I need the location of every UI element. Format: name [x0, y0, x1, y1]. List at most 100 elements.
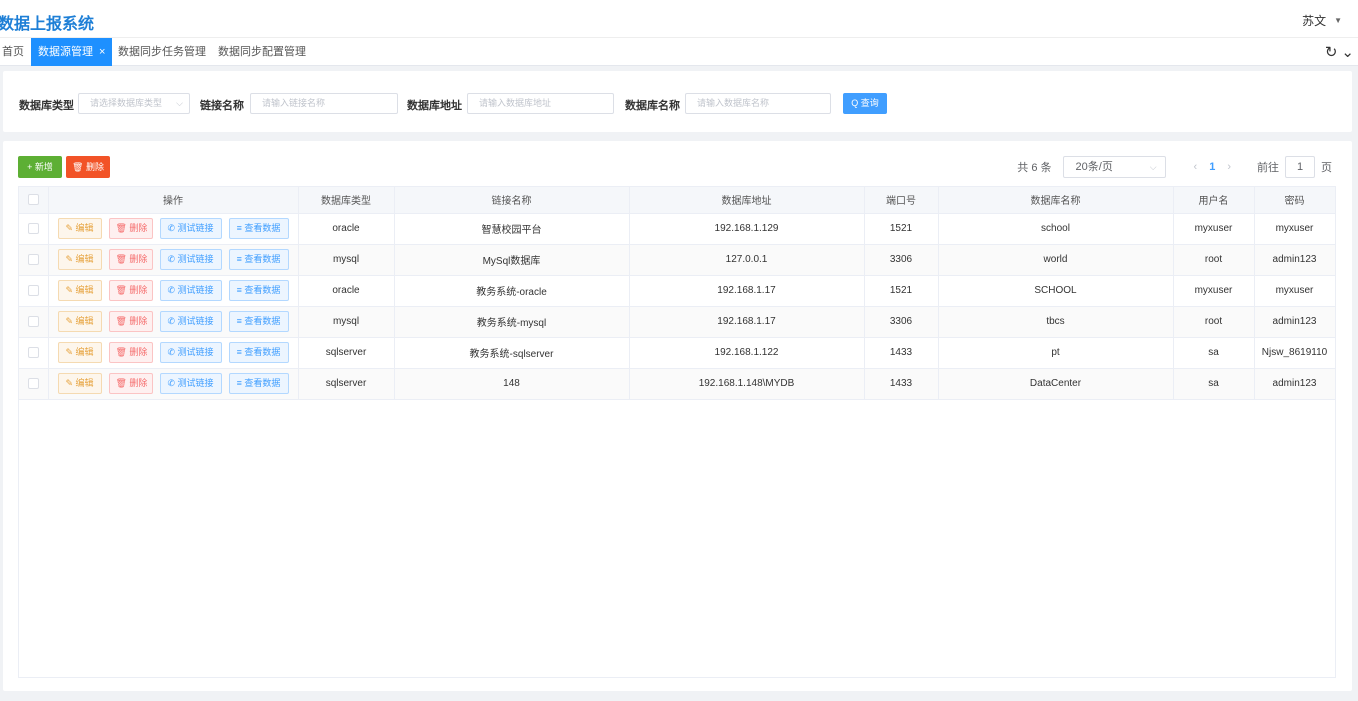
tab-sync-config-management[interactable]: 数据同步配置管理	[218, 38, 306, 66]
add-button[interactable]: + 新增	[18, 156, 62, 178]
cell-port: 1433	[864, 337, 939, 369]
db-name-input[interactable]: 请输入数据库名称	[685, 93, 831, 114]
row-checkbox[interactable]	[19, 306, 49, 338]
tab-home[interactable]: 首页	[2, 38, 24, 66]
cell-user: root	[1173, 244, 1255, 276]
cell-link-name: 教务系统-oracle	[394, 275, 630, 307]
search-form: 数据库类型 请选择数据库类型 ⌵ 链接名称 请输入链接名称 数据库地址 请输入数据…	[3, 71, 1352, 132]
column-header: 链接名称	[394, 187, 630, 214]
edit-button[interactable]: ✎ 编辑	[57, 249, 102, 270]
goto-label: 前往	[1257, 162, 1279, 174]
cell-user: sa	[1173, 368, 1255, 400]
delete-button[interactable]: 🗑 删除	[108, 218, 153, 239]
cell-port: 1521	[864, 213, 939, 245]
page-number-current[interactable]: 1	[1209, 161, 1215, 173]
next-page-icon[interactable]: ›	[1227, 161, 1231, 173]
cell-password: admin123	[1254, 244, 1336, 276]
cell-port: 1433	[864, 368, 939, 400]
row-actions: ✎ 编辑 🗑 删除 ✆ 测试链接 ≡ 查看数据	[48, 306, 299, 338]
view-data-button[interactable]: ≡ 查看数据	[228, 249, 289, 270]
delete-button[interactable]: 🗑 删除	[108, 280, 153, 301]
cell-db-name: tbcs	[938, 306, 1174, 338]
page-size-select[interactable]: 20条/页 ⌵	[1062, 156, 1166, 178]
close-icon[interactable]: ×	[99, 46, 105, 58]
test-connection-button[interactable]: ✆ 测试链接	[159, 218, 222, 239]
cell-link-name: 教务系统-sqlserver	[394, 337, 630, 369]
cell-address: 192.168.1.17	[629, 275, 865, 307]
batch-delete-button[interactable]: 🗑 删除	[66, 156, 110, 178]
cell-db-name: SCHOOL	[938, 275, 1174, 307]
table-row: ✎ 编辑 🗑 删除 ✆ 测试链接 ≡ 查看数据 mysql MySql数据库 127.0.0…	[19, 244, 1336, 276]
chevron-down-icon[interactable]: ⌄	[1341, 43, 1354, 61]
table-header-row: 操作 数据库类型 链接名称 数据库地址 端口号 数据库名称 用户名 密码	[19, 187, 1336, 214]
pagination-total: 共 6 条	[1017, 162, 1052, 174]
cell-db-type: mysql	[298, 306, 395, 338]
chevron-down-icon: ⌵	[1149, 162, 1157, 172]
tab-tools: ↻ ⌄	[1325, 38, 1354, 66]
view-data-button[interactable]: ≡ 查看数据	[228, 373, 289, 394]
delete-button[interactable]: 🗑 删除	[108, 342, 153, 363]
select-all-checkbox[interactable]	[19, 187, 49, 214]
row-checkbox[interactable]	[19, 213, 49, 245]
cell-port: 1521	[864, 275, 939, 307]
edit-button[interactable]: ✎ 编辑	[57, 218, 102, 239]
edit-button[interactable]: ✎ 编辑	[57, 342, 102, 363]
row-checkbox[interactable]	[19, 275, 49, 307]
prev-page-icon[interactable]: ‹	[1194, 161, 1198, 173]
goto-suffix-label: 页	[1321, 162, 1332, 174]
test-connection-button[interactable]: ✆ 测试链接	[159, 373, 222, 394]
cell-db-type: oracle	[298, 213, 395, 245]
db-address-input[interactable]: 请输入数据库地址	[467, 93, 614, 114]
cell-address: 192.168.1.122	[629, 337, 865, 369]
table-row: ✎ 编辑 🗑 删除 ✆ 测试链接 ≡ 查看数据 sqlserver 148 192.168.…	[19, 368, 1336, 400]
delete-button[interactable]: 🗑 删除	[108, 311, 153, 332]
app-title: 数据上报系统	[0, 16, 95, 33]
caret-down-icon[interactable]: ▼	[1334, 16, 1342, 25]
cell-link-name: MySql数据库	[394, 244, 630, 276]
row-actions: ✎ 编辑 🗑 删除 ✆ 测试链接 ≡ 查看数据	[48, 337, 299, 369]
cell-link-name: 智慧校园平台	[394, 213, 630, 245]
delete-button[interactable]: 🗑 删除	[108, 249, 153, 270]
view-data-button[interactable]: ≡ 查看数据	[228, 218, 289, 239]
view-data-button[interactable]: ≡ 查看数据	[228, 280, 289, 301]
user-name[interactable]: 苏文	[1302, 12, 1326, 29]
tab-bar: 首页 数据源管理 × 数据同步任务管理 数据同步配置管理 ↻ ⌄	[0, 37, 1358, 66]
top-header: 数据上报系统 苏文 ▼	[0, 0, 1358, 37]
query-button[interactable]: Q 查询	[843, 93, 887, 114]
tab-sync-task-management[interactable]: 数据同步任务管理	[118, 38, 206, 66]
cell-db-name: school	[938, 213, 1174, 245]
goto-page-input[interactable]: 1	[1285, 156, 1315, 178]
datasource-table: 操作 数据库类型 链接名称 数据库地址 端口号 数据库名称 用户名 密码 ✎ 编…	[18, 186, 1336, 678]
cell-address: 127.0.0.1	[629, 244, 865, 276]
db-type-select[interactable]: 请选择数据库类型 ⌵	[78, 93, 190, 114]
cell-password: admin123	[1254, 306, 1336, 338]
link-name-input[interactable]: 请输入链接名称	[250, 93, 398, 114]
test-connection-button[interactable]: ✆ 测试链接	[159, 311, 222, 332]
table-row: ✎ 编辑 🗑 删除 ✆ 测试链接 ≡ 查看数据 oracle 教务系统-oracle 192…	[19, 275, 1336, 307]
delete-button[interactable]: 🗑 删除	[108, 373, 153, 394]
test-connection-button[interactable]: ✆ 测试链接	[159, 342, 222, 363]
view-data-button[interactable]: ≡ 查看数据	[228, 342, 289, 363]
row-checkbox[interactable]	[19, 244, 49, 276]
user-menu[interactable]: 苏文 ▼	[1302, 12, 1342, 29]
test-connection-button[interactable]: ✆ 测试链接	[159, 280, 222, 301]
refresh-icon[interactable]: ↻	[1325, 43, 1338, 61]
edit-button[interactable]: ✎ 编辑	[57, 280, 102, 301]
row-checkbox[interactable]	[19, 368, 49, 400]
tab-datasource-management[interactable]: 数据源管理 ×	[31, 38, 113, 66]
row-actions: ✎ 编辑 🗑 删除 ✆ 测试链接 ≡ 查看数据	[48, 368, 299, 400]
link-name-label: 链接名称	[200, 100, 244, 112]
column-header: 操作	[48, 187, 299, 214]
cell-port: 3306	[864, 244, 939, 276]
db-type-label: 数据库类型	[19, 100, 74, 112]
view-data-button[interactable]: ≡ 查看数据	[228, 311, 289, 332]
cell-user: myxuser	[1173, 275, 1255, 307]
edit-button[interactable]: ✎ 编辑	[57, 373, 102, 394]
test-connection-button[interactable]: ✆ 测试链接	[159, 249, 222, 270]
db-address-label: 数据库地址	[407, 100, 462, 112]
db-name-label: 数据库名称	[625, 100, 680, 112]
cell-address: 192.168.1.17	[629, 306, 865, 338]
row-checkbox[interactable]	[19, 337, 49, 369]
edit-button[interactable]: ✎ 编辑	[57, 311, 102, 332]
cell-link-name: 教务系统-mysql	[394, 306, 630, 338]
